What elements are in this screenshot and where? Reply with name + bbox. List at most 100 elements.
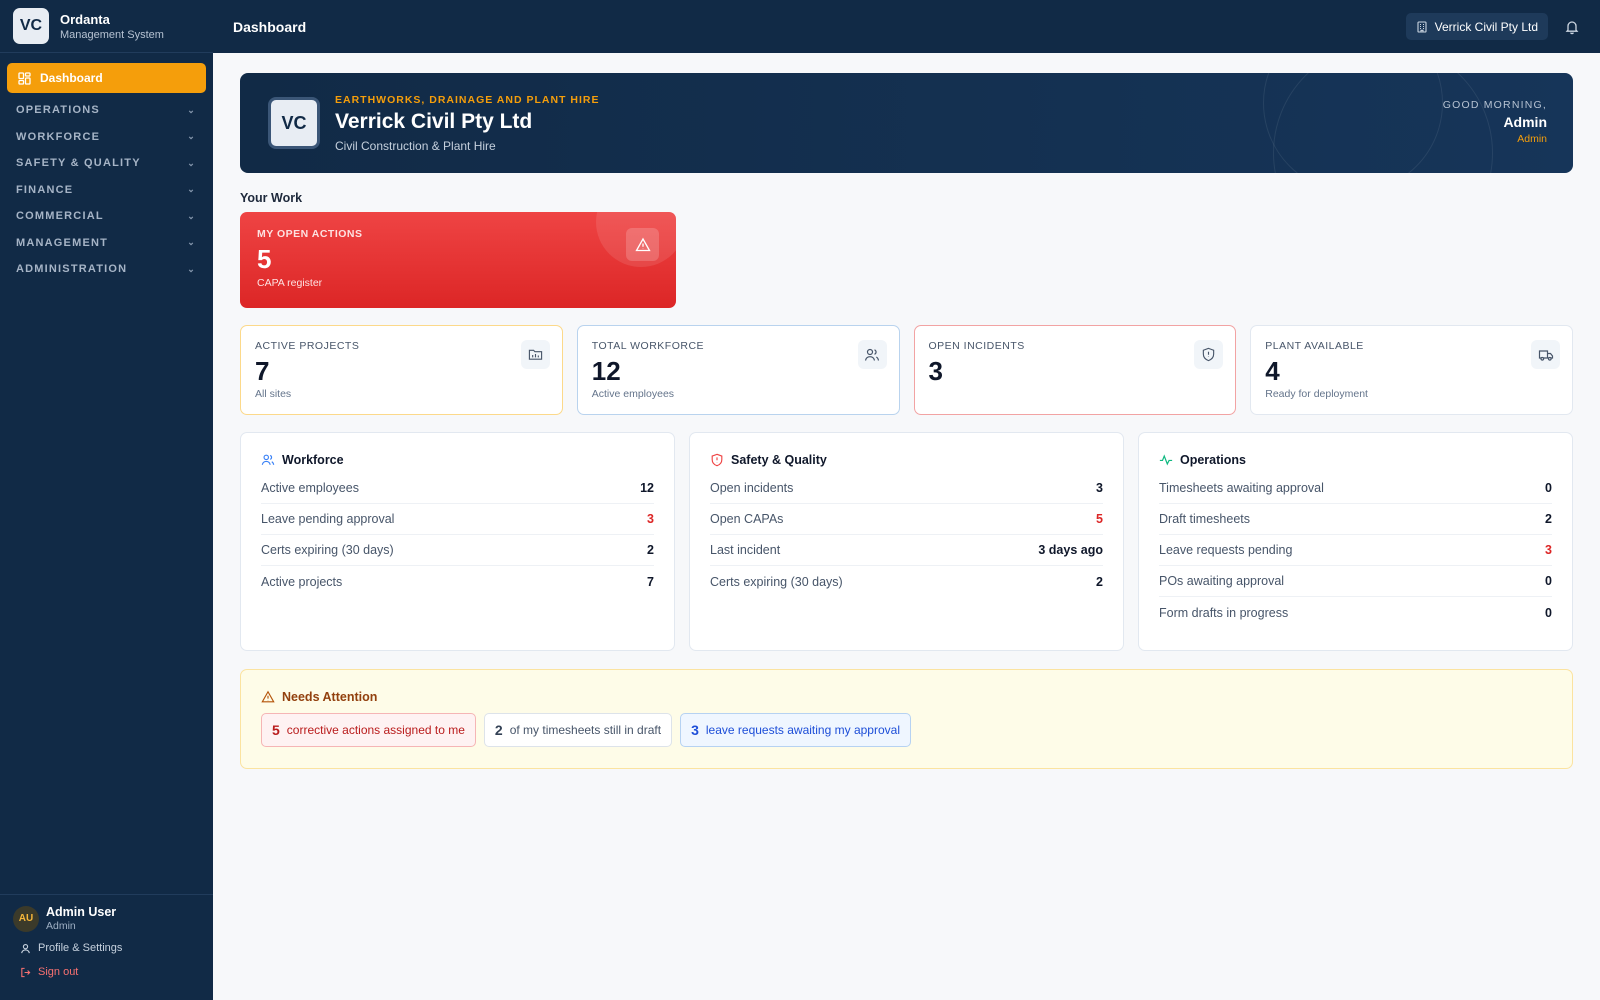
- row-value: 5: [1096, 512, 1103, 526]
- building-icon: [1416, 20, 1428, 33]
- greeting-role: Admin: [1517, 133, 1547, 145]
- list-item: Active employees 12: [261, 473, 654, 504]
- row-label: Certs expiring (30 days): [710, 574, 843, 589]
- sidebar-group-commercial[interactable]: COMMERCIAL ⌄: [0, 203, 213, 230]
- list-item: Active projects 7: [261, 566, 654, 597]
- your-work-title: Your Work: [240, 191, 303, 205]
- dashboard-icon: [18, 71, 31, 85]
- greeting-user: Admin: [1503, 114, 1547, 130]
- card-value: 5: [257, 244, 272, 274]
- sidebar-group-safety-quality[interactable]: SAFETY & QUALITY ⌄: [0, 150, 213, 177]
- truck-icon: [1531, 340, 1560, 369]
- company-name: Verrick Civil Pty Ltd: [335, 109, 533, 133]
- stat-subtitle: All sites: [255, 388, 292, 400]
- list-item: Draft timesheets 2: [1159, 504, 1552, 535]
- stat-label: PLANT AVAILABLE: [1265, 340, 1364, 352]
- chevron-down-icon: ⌄: [187, 210, 196, 221]
- brand-logo: VC: [13, 8, 49, 44]
- user-icon: [20, 943, 31, 954]
- stat-label: ACTIVE PROJECTS: [255, 340, 360, 352]
- attention-count: 3: [691, 722, 699, 738]
- row-value: 0: [1545, 481, 1552, 495]
- brand-subtitle: Management System: [60, 28, 164, 41]
- sidebar-group-label: FINANCE: [16, 183, 74, 196]
- row-value: 12: [640, 481, 654, 495]
- list-item: Form drafts in progress 0: [1159, 597, 1552, 628]
- bell-icon[interactable]: [1564, 19, 1580, 35]
- company-banner: VC EARTHWORKS, DRAINAGE AND PLANT HIRE V…: [240, 73, 1573, 173]
- sidebar-group-label: COMMERCIAL: [16, 210, 104, 223]
- row-label: POs awaiting approval: [1159, 574, 1285, 588]
- attention-leave-requests[interactable]: 3 leave requests awaiting my approval: [680, 713, 911, 747]
- sidebar-group-finance[interactable]: FINANCE ⌄: [0, 177, 213, 204]
- stat-card-total-workforce[interactable]: TOTAL WORKFORCE 12 Active employees: [576, 325, 900, 415]
- top-bar: Dashboard Verrick Civil Pty Ltd: [213, 0, 1600, 53]
- greeting: GOOD MORNING, Admin Admin: [1443, 99, 1547, 145]
- list-item: Leave pending approval 3: [261, 504, 654, 535]
- attention-draft-timesheets[interactable]: 2 of my timesheets still in draft: [483, 713, 673, 747]
- sidebar-footer: AU Admin User Admin Profile & Settings S…: [0, 894, 213, 1000]
- attention-text: leave requests awaiting my approval: [705, 723, 900, 737]
- greeting-label: GOOD MORNING,: [1442, 99, 1547, 111]
- attention-corrective-actions[interactable]: 5 corrective actions assigned to me: [261, 713, 476, 747]
- sidebar-group-administration[interactable]: ADMINISTRATION ⌄: [0, 256, 213, 283]
- panel-title: Needs Attention: [282, 690, 378, 704]
- stat-value: 3: [928, 356, 943, 386]
- stat-value: 7: [255, 356, 270, 386]
- list-item: Open incidents 3: [710, 473, 1103, 504]
- organisation-switcher[interactable]: Verrick Civil Pty Ltd: [1405, 13, 1548, 40]
- decorative-circle: [1263, 73, 1443, 173]
- warning-icon: [261, 690, 275, 704]
- chevron-down-icon: ⌄: [187, 184, 196, 195]
- profile-settings-link[interactable]: Profile & Settings: [13, 942, 200, 954]
- stat-label: TOTAL WORKFORCE: [591, 340, 705, 352]
- shield-icon: [1194, 340, 1224, 369]
- list-item: Certs expiring (30 days) 2: [261, 535, 654, 566]
- sidebar-group-operations[interactable]: OPERATIONS ⌄: [0, 97, 213, 124]
- sidebar-group-label: MANAGEMENT: [16, 236, 109, 249]
- row-value: 0: [1545, 574, 1552, 588]
- sign-out-label: Sign out: [38, 966, 79, 978]
- sidebar-group-label: SAFETY & QUALITY: [16, 157, 141, 170]
- stat-label: OPEN INCIDENTS: [928, 340, 1025, 352]
- row-value: 3: [1545, 543, 1552, 557]
- activity-icon: [1159, 453, 1173, 467]
- row-value: 3: [1096, 481, 1103, 495]
- attention-text: of my timesheets still in draft: [509, 723, 662, 737]
- sidebar-group-workforce[interactable]: WORKFORCE ⌄: [0, 124, 213, 151]
- profile-settings-label: Profile & Settings: [38, 942, 123, 954]
- row-label: Last incident: [710, 543, 781, 557]
- row-label: Leave requests pending: [1159, 543, 1293, 557]
- my-open-actions-card[interactable]: MY OPEN ACTIONS 5 CAPA register: [240, 212, 676, 308]
- stat-card-plant-available[interactable]: PLANT AVAILABLE 4 Ready for deployment: [1250, 325, 1573, 415]
- stat-value: 4: [1265, 356, 1280, 386]
- row-label: Timesheets awaiting approval: [1159, 481, 1324, 495]
- avatar: AU: [13, 905, 39, 932]
- list-item: Last incident 3 days ago: [710, 535, 1103, 566]
- sidebar-group-management[interactable]: MANAGEMENT ⌄: [0, 230, 213, 257]
- chevron-down-icon: ⌄: [187, 157, 196, 168]
- sign-out-link[interactable]: Sign out: [13, 966, 200, 978]
- company-description: Civil Construction & Plant Hire: [335, 138, 496, 153]
- sidebar: VC Ordanta Management System Dashboard O…: [0, 0, 213, 1000]
- user-name: Admin User: [46, 905, 117, 919]
- row-label: Form drafts in progress: [1159, 605, 1289, 620]
- workforce-panel: Workforce Active employees 12 Leave pendi…: [240, 432, 675, 651]
- main-content: VC EARTHWORKS, DRAINAGE AND PLANT HIRE V…: [240, 73, 1573, 769]
- sidebar-item-dashboard[interactable]: Dashboard: [7, 63, 206, 93]
- row-value: 7: [647, 574, 654, 589]
- page-title: Dashboard: [233, 18, 307, 35]
- chevron-down-icon: ⌄: [187, 263, 196, 274]
- user-role: Admin: [46, 920, 76, 932]
- attention-count: 2: [494, 722, 503, 738]
- sidebar-group-label: ADMINISTRATION: [16, 263, 128, 276]
- row-label: Open incidents: [710, 481, 794, 495]
- organisation-name: Verrick Civil Pty Ltd: [1434, 19, 1538, 34]
- stat-card-active-projects[interactable]: ACTIVE PROJECTS 7 All sites: [240, 325, 563, 415]
- attention-text: corrective actions assigned to me: [286, 723, 465, 737]
- sidebar-item-label: Dashboard: [40, 71, 103, 85]
- panel-title: Operations: [1180, 453, 1246, 467]
- row-label: Draft timesheets: [1159, 512, 1251, 526]
- stat-card-open-incidents[interactable]: OPEN INCIDENTS 3: [913, 325, 1237, 415]
- list-item: Leave requests pending 3: [1159, 535, 1552, 566]
